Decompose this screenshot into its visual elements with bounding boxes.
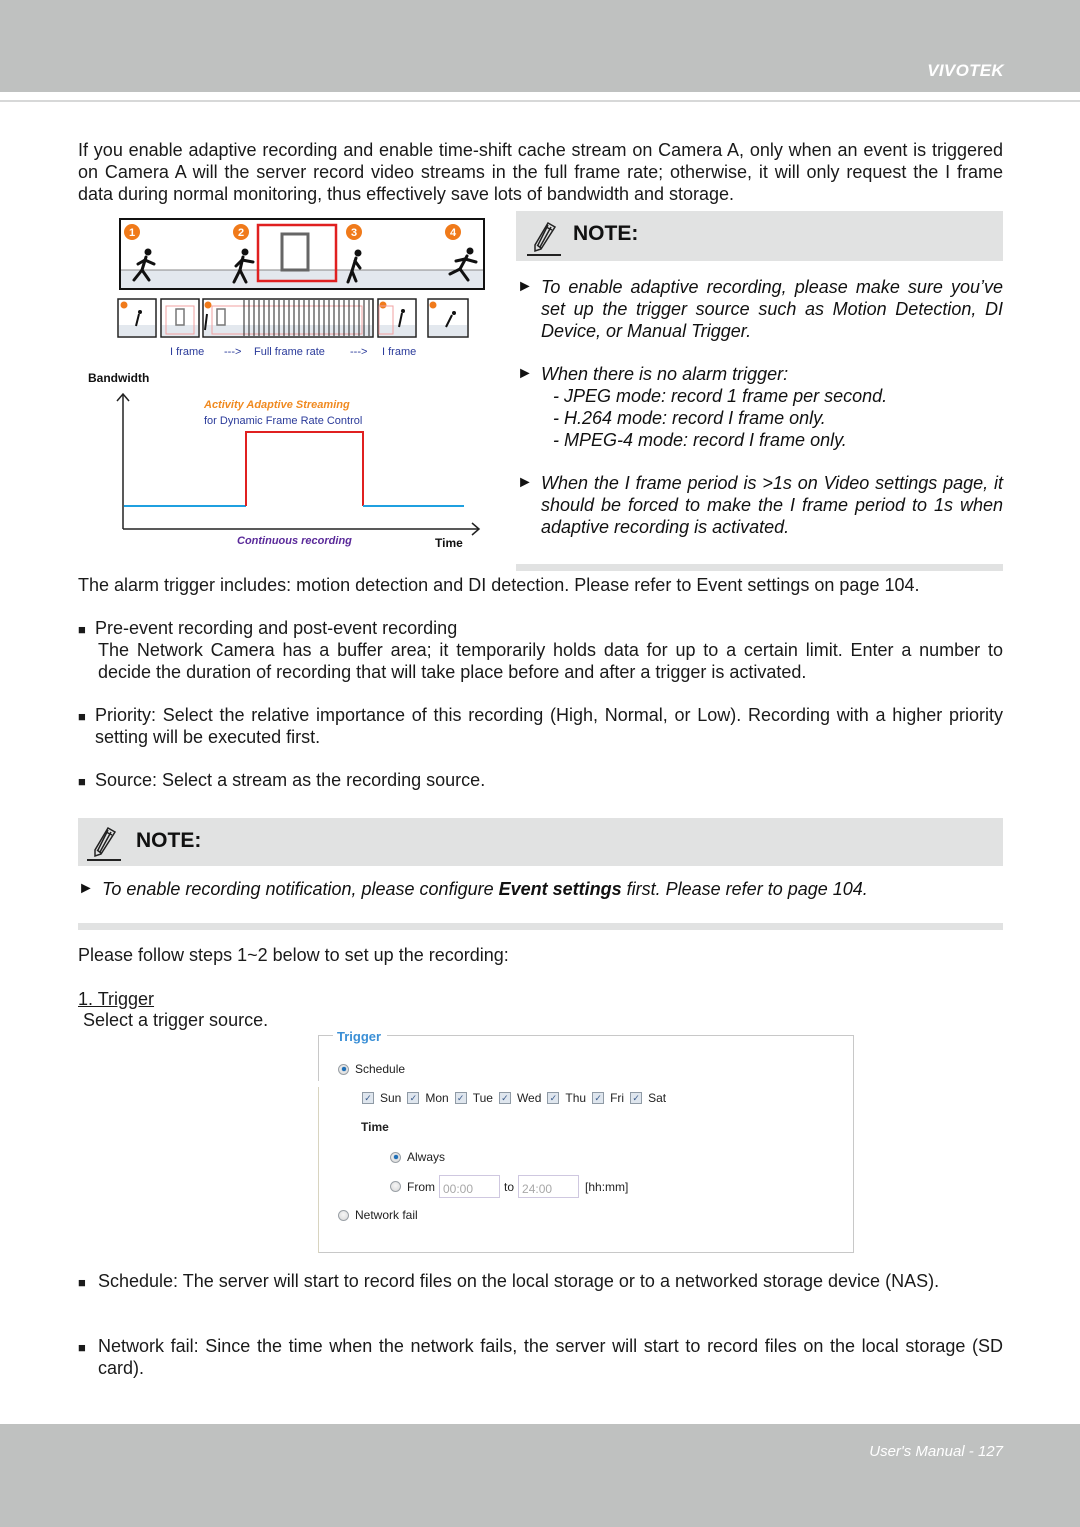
square-bullet-icon: ■ xyxy=(78,774,86,789)
page-footer: User's Manual - 127 xyxy=(0,1424,1080,1527)
step-1-desc: Select a trigger source. xyxy=(83,1010,269,1030)
square-bullet-icon: ■ xyxy=(78,1275,86,1290)
note-subitem: - MPEG-4 mode: record I frame only. xyxy=(553,430,847,450)
brand-logo: VIVOTEK xyxy=(927,61,1004,80)
triangle-bullet-icon: ► xyxy=(517,278,533,295)
page-header: VIVOTEK xyxy=(0,0,1080,92)
time-format-hint: [hh:mm] xyxy=(585,1179,629,1194)
time-label: Time xyxy=(361,1120,389,1134)
radio-selected-icon[interactable] xyxy=(390,1151,401,1163)
frame-thumb-1 xyxy=(117,298,157,338)
marker-4: 4 xyxy=(445,224,461,240)
day-checkbox-sun[interactable]: ✓ Sun xyxy=(362,1091,401,1105)
caption-full-frame-rate: Full frame rate xyxy=(254,346,325,358)
pencil-icon xyxy=(87,826,121,861)
annotation-subtitle: for Dynamic Frame Rate Control xyxy=(204,415,362,427)
x-axis-label: Time xyxy=(435,536,463,550)
square-bullet-icon: ■ xyxy=(78,1340,86,1355)
from-time-input[interactable] xyxy=(439,1175,500,1198)
bullet-schedule: ■ Schedule: The server will start to rec… xyxy=(78,1270,1003,1292)
checkbox-icon[interactable]: ✓ xyxy=(630,1092,643,1104)
bullet-priority: ■ Priority: Select the relative importan… xyxy=(78,705,1003,747)
y-axis-label: Bandwidth xyxy=(88,371,149,385)
note-subitem: - JPEG mode: record 1 frame per second. xyxy=(553,386,888,406)
svg-text:1: 1 xyxy=(129,227,135,239)
caption-i-frame-right: I frame xyxy=(382,346,416,358)
checkbox-icon[interactable]: ✓ xyxy=(454,1092,467,1104)
svg-text:3: 3 xyxy=(351,227,357,239)
caption-arrow-2: ---> xyxy=(350,346,367,358)
day-checkboxes: ✓ Sun ✓ Mon ✓ Tue ✓ Wed ✓ Thu ✓ Fri ✓ Sat xyxy=(362,1091,672,1105)
caption-i-frame-left: I frame xyxy=(170,346,204,358)
trigger-legend: Trigger xyxy=(333,1029,388,1044)
step-1-title: 1. Trigger xyxy=(78,989,155,1009)
frame-thumb-full-rate xyxy=(202,298,374,338)
day-checkbox-fri[interactable]: ✓ Fri xyxy=(592,1091,624,1105)
triangle-bullet-icon: ► xyxy=(78,880,94,897)
adaptive-recording-figure: 1 2 3 4 I frame ---> Full frame rate ---… xyxy=(86,214,496,559)
day-checkbox-wed[interactable]: ✓ Wed xyxy=(498,1091,541,1105)
header-divider xyxy=(0,100,1080,102)
checkbox-icon[interactable]: ✓ xyxy=(407,1092,420,1104)
always-radio[interactable]: Always xyxy=(390,1150,445,1164)
note-item: ► When the I frame period is >1s on Vide… xyxy=(517,473,1003,537)
note-item: ► To enable recording notification, plea… xyxy=(78,879,868,899)
day-checkbox-sat[interactable]: ✓ Sat xyxy=(630,1091,666,1105)
note-title: NOTE: xyxy=(573,222,639,245)
steps-intro: Please follow steps 1~2 below to set up … xyxy=(78,945,509,965)
svg-text:4: 4 xyxy=(450,227,457,239)
checkbox-icon[interactable]: ✓ xyxy=(498,1092,511,1104)
page-number: User's Manual - 127 xyxy=(869,1443,1003,1460)
baseline-label: Continuous recording xyxy=(237,535,352,547)
note-subitem: - H.264 mode: record I frame only. xyxy=(553,408,826,428)
note-item: ► To enable adaptive recording, please m… xyxy=(517,277,1003,341)
frame-thumb-2 xyxy=(160,298,200,338)
square-bullet-icon: ■ xyxy=(78,709,86,724)
intro-paragraph: If you enable adaptive recording and ena… xyxy=(78,140,1003,204)
frame-thumb-4 xyxy=(427,298,469,338)
note-item: ► When there is no alarm trigger: - JPEG… xyxy=(517,363,1003,451)
note-header: NOTE: xyxy=(516,211,1003,261)
marker-1: 1 xyxy=(124,224,140,240)
figure-svg: 1 2 3 4 I frame ---> Full frame rate ---… xyxy=(88,218,485,550)
note-footer-bar xyxy=(78,923,1003,930)
pencil-icon xyxy=(527,221,561,256)
alarm-trigger-paragraph: The alarm trigger includes: motion detec… xyxy=(78,575,920,595)
triangle-bullet-icon: ► xyxy=(517,365,533,382)
radio-selected-icon[interactable] xyxy=(338,1063,349,1075)
from-radio[interactable] xyxy=(390,1181,401,1192)
day-checkbox-tue[interactable]: ✓ Tue xyxy=(454,1091,493,1105)
day-checkbox-thu[interactable]: ✓ Thu xyxy=(547,1091,586,1105)
from-radio-row: From to [hh:mm] xyxy=(390,1175,628,1198)
radio-unselected-icon[interactable] xyxy=(338,1209,349,1221)
event-settings-ref: Event settings xyxy=(498,879,622,899)
checkbox-icon[interactable]: ✓ xyxy=(362,1092,374,1104)
caption-arrow-1: ---> xyxy=(224,346,241,358)
day-checkbox-mon[interactable]: ✓ Mon xyxy=(407,1091,449,1105)
note-title: NOTE: xyxy=(136,829,202,852)
annotation-title: Activity Adaptive Streaming xyxy=(203,399,350,411)
checkbox-icon[interactable]: ✓ xyxy=(547,1092,560,1104)
note-footer-bar xyxy=(516,564,1003,571)
svg-text:2: 2 xyxy=(238,227,244,239)
square-bullet-icon: ■ xyxy=(78,622,86,637)
frame-thumb-3 xyxy=(377,298,417,338)
note-header: NOTE: xyxy=(78,818,1003,866)
schedule-radio[interactable]: Schedule xyxy=(338,1062,405,1076)
triangle-bullet-icon: ► xyxy=(517,474,533,491)
scene-floor xyxy=(121,270,483,288)
bullet-source: ■ Source: Select a stream as the recordi… xyxy=(78,769,1003,791)
event-pulse xyxy=(245,431,364,506)
bullet-network-fail: ■ Network fail: Since the time when the … xyxy=(78,1336,1003,1378)
network-fail-radio[interactable]: Network fail xyxy=(338,1208,418,1222)
bullet-pre-event: ■ Pre-event recording and post-event rec… xyxy=(78,618,1003,682)
marker-3: 3 xyxy=(346,224,362,240)
to-time-input[interactable] xyxy=(518,1175,580,1198)
marker-2: 2 xyxy=(233,224,249,240)
checkbox-icon[interactable]: ✓ xyxy=(592,1092,605,1104)
